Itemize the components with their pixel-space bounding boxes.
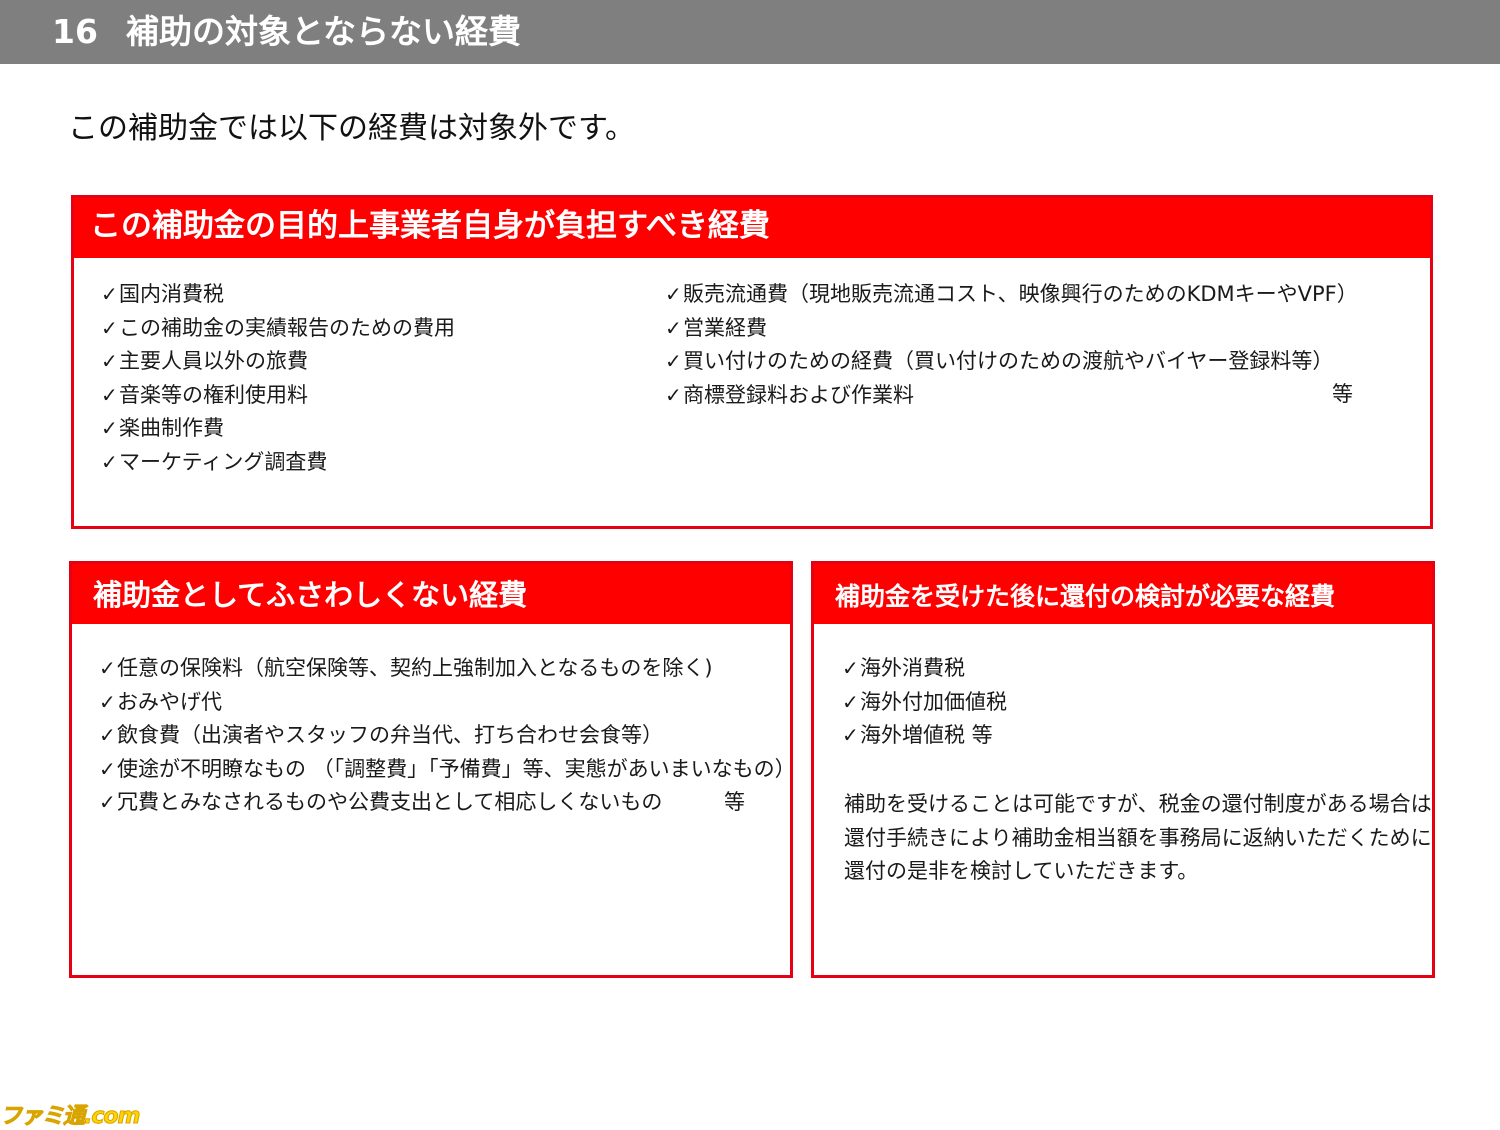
- check-icon: ✓: [842, 689, 859, 714]
- etc-label: 等: [1332, 382, 1353, 406]
- list-item: ✓おみやげ代: [99, 686, 796, 720]
- self-burden-list-left: ✓国内消費税 ✓この補助金の実績報告のための費用 ✓主要人員以外の旅費 ✓音楽等…: [101, 278, 455, 479]
- note-line: 還付の是非を検討していただきます。: [844, 859, 1199, 883]
- check-icon: ✓: [101, 315, 118, 340]
- note-line: 還付手続きにより補助金相当額を事務局に返納いただくために: [844, 825, 1432, 850]
- note-line: 補助を受けることは可能ですが、税金の還付制度がある場合は: [844, 792, 1432, 816]
- panel-refund-review-costs: 補助金を受けた後に還付の検討が必要な経費 ✓海外消費税 ✓海外付加価値税 ✓海外…: [811, 561, 1435, 978]
- list-item: ✓任意の保険料（航空保険等、契約上強制加入となるものを除く): [99, 652, 796, 686]
- check-icon: ✓: [101, 282, 118, 306]
- famitsu-logo: ファミ通.com: [0, 1104, 141, 1130]
- check-icon: ✓: [101, 449, 118, 474]
- check-icon: ✓: [842, 656, 859, 680]
- refund-review-list: ✓海外消費税 ✓海外付加価値税 ✓海外増値税 等: [842, 652, 1007, 753]
- list-item: ✓買い付けのための経費（買い付けのための渡航やバイヤー登録料等）: [665, 345, 1358, 379]
- intro-text: この補助金では以下の経費は対象外です。: [68, 111, 635, 146]
- list-item: ✓飲食費（出演者やスタッフの弁当代、打ち合わせ会食等）: [99, 719, 796, 753]
- list-item: ✓海外消費税: [842, 652, 1007, 686]
- check-icon: ✓: [99, 689, 116, 714]
- check-icon: ✓: [665, 382, 682, 407]
- check-icon: ✓: [665, 315, 682, 340]
- check-icon: ✓: [665, 349, 682, 373]
- check-icon: ✓: [99, 656, 116, 680]
- self-burden-list-right: ✓販売流通費（現地販売流通コスト、映像興行のためのKDMキーやVPF） ✓営業経…: [665, 278, 1358, 412]
- list-item: ✓商標登録料および作業料: [665, 379, 1358, 413]
- list-item: ✓音楽等の権利使用料: [101, 379, 455, 413]
- inappropriate-list: ✓任意の保険料（航空保険等、契約上強制加入となるものを除く) ✓おみやげ代 ✓飲…: [99, 652, 796, 820]
- list-item: ✓冗費とみなされるものや公費支出として相応しくないもの: [99, 786, 796, 820]
- list-item: ✓販売流通費（現地販売流通コスト、映像興行のためのKDMキーやVPF）: [665, 278, 1358, 312]
- list-item: ✓この補助金の実績報告のための費用: [101, 312, 455, 346]
- check-icon: ✓: [101, 382, 118, 407]
- list-item: ✓使途が不明瞭なもの （「調整費」「予備費」等、実態があいまいなもの）: [99, 753, 796, 787]
- panel-header-inappropriate: 補助金としてふさわしくない経費: [72, 564, 790, 624]
- check-icon: ✓: [101, 416, 118, 440]
- panel-header-refund-review: 補助金を受けた後に還付の検討が必要な経費: [814, 564, 1432, 624]
- panel-header-self-burden: この補助金の目的上事業者自身が負担すべき経費: [74, 198, 1430, 258]
- check-icon: ✓: [99, 756, 116, 781]
- check-icon: ✓: [842, 723, 859, 747]
- etc-label: 等: [724, 790, 745, 814]
- check-icon: ✓: [101, 349, 118, 373]
- page-title: 補助の対象とならない経費: [126, 12, 522, 51]
- panel-inappropriate-costs: 補助金としてふさわしくない経費 ✓任意の保険料（航空保険等、契約上強制加入となる…: [69, 561, 796, 978]
- list-item: ✓楽曲制作費: [101, 412, 455, 446]
- list-item: ✓営業経費: [665, 312, 1358, 346]
- title-bar: 16 補助の対象とならない経費: [0, 0, 1500, 64]
- list-item: ✓マーケティング調査費: [101, 446, 455, 480]
- check-icon: ✓: [665, 282, 682, 306]
- list-item: ✓主要人員以外の旅費: [101, 345, 455, 379]
- list-item: ✓海外付加価値税: [842, 686, 1007, 720]
- page-number: 16: [52, 12, 98, 51]
- list-item: ✓国内消費税: [101, 278, 455, 312]
- check-icon: ✓: [99, 723, 116, 747]
- refund-note: 補助を受けることは可能ですが、税金の還付制度がある場合は 還付手続きにより補助金…: [844, 788, 1432, 889]
- check-icon: ✓: [99, 790, 116, 814]
- list-item: ✓海外増値税 等: [842, 719, 1007, 753]
- panel-self-burden-costs: この補助金の目的上事業者自身が負担すべき経費 ✓国内消費税 ✓この補助金の実績報…: [71, 195, 1433, 529]
